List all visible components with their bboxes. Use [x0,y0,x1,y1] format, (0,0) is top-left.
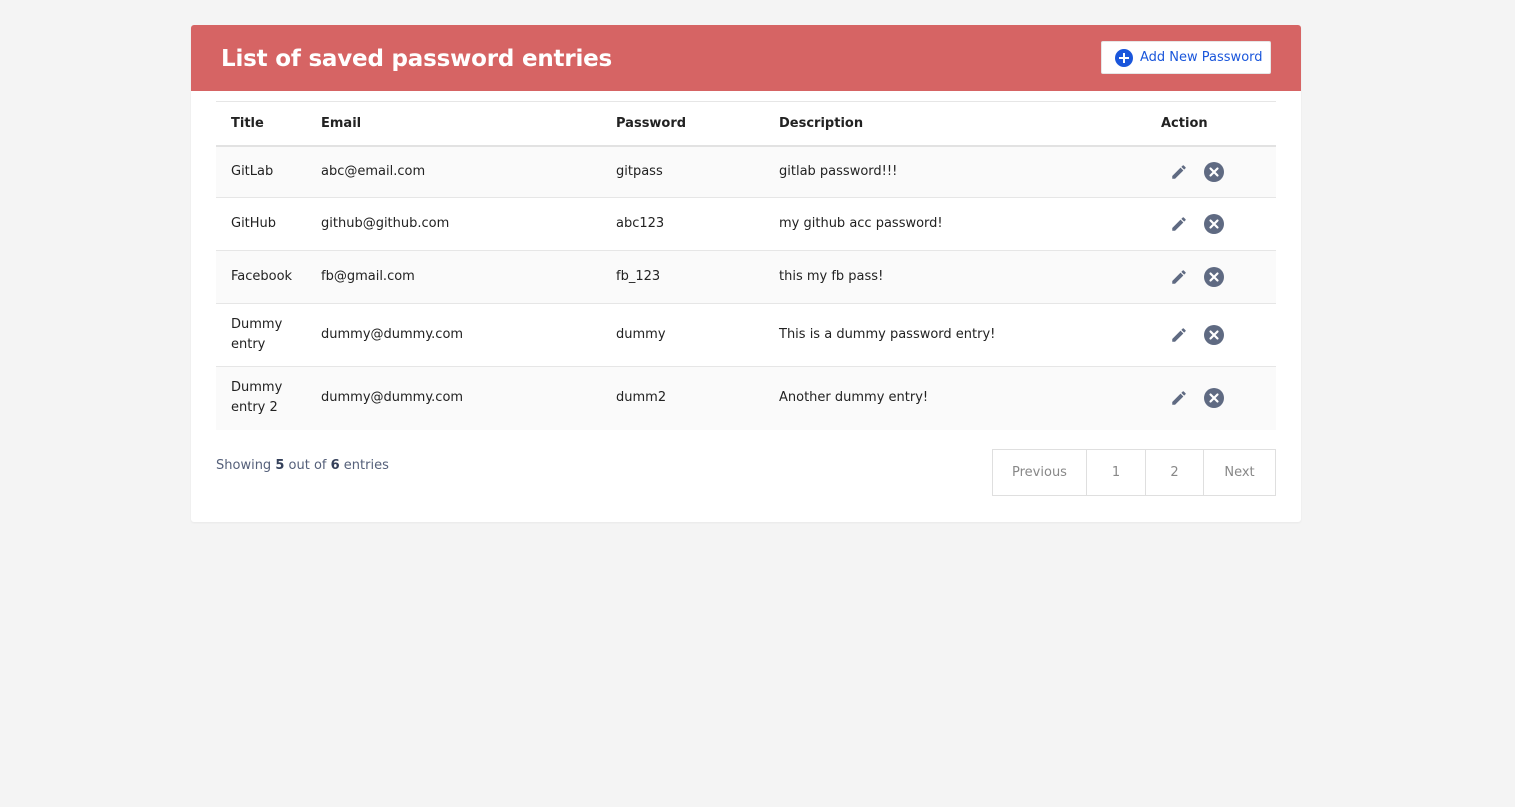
cell-title: GitLab [231,163,274,179]
showing-prefix: Showing [216,458,272,473]
showing-suffix: entries [343,458,389,473]
cell-actions [1161,304,1276,367]
entries-count-text: Showing 5 out of 6 entries [216,458,389,473]
pagination-next-button[interactable]: Next [1203,450,1275,495]
card-header: List of saved password entries Add New P… [191,25,1301,91]
cell-description: This is a dummy password entry! [779,327,996,342]
column-header-action: Action [1161,115,1208,131]
column-header-password: Password [616,115,687,131]
cell-password: abc123 [616,216,665,231]
cell-password: dummy [616,327,666,342]
row-actions [1161,213,1276,235]
column-header-description: Description [779,115,864,131]
column-header-email: Email [321,115,362,131]
close-circle-icon[interactable] [1203,266,1225,288]
cell-description: this my fb pass! [779,269,884,284]
cell-title: GitHub [231,216,277,231]
table-row: Dummy entry dummy@dummy.com dummy This i… [216,303,1276,367]
table-header-row: Title Email Password Description Action [216,101,1276,146]
table-row: Facebook fb@gmail.com fb_123 this my fb … [216,250,1276,304]
cell-description: Another dummy entry! [779,390,929,406]
row-actions [1161,266,1276,288]
add-new-password-label: Add New Password [1140,50,1263,65]
pagination-page-1[interactable]: 1 [1086,450,1145,495]
row-actions [1161,161,1276,183]
cell-title: Facebook [231,269,293,284]
total-count: 6 [330,458,340,473]
cell-email: abc@email.com [321,163,426,179]
close-circle-icon[interactable] [1203,387,1225,409]
pagination-previous-button[interactable]: Previous [993,450,1086,495]
page-title: List of saved password entries [221,46,613,72]
close-circle-icon[interactable] [1203,213,1225,235]
pencil-icon[interactable] [1168,213,1190,235]
close-circle-icon[interactable] [1203,161,1225,183]
pencil-icon[interactable] [1168,324,1190,346]
cell-email: fb@gmail.com [321,269,415,284]
plus-circle-icon [1115,48,1133,67]
cell-email: dummy@dummy.com [321,390,464,406]
pencil-icon[interactable] [1168,266,1190,288]
password-list-card: List of saved password entries Add New P… [191,25,1301,522]
password-table: Title Email Password Description Action … [216,101,1276,430]
table-footer: Showing 5 out of 6 entries Previous 1 2 … [216,449,1276,497]
cell-actions [1161,251,1276,304]
cell-password: dumm2 [616,390,667,406]
cell-description: gitlab password!!! [779,163,898,179]
pencil-icon[interactable] [1168,161,1190,183]
cell-password: gitpass [616,163,663,179]
shown-count: 5 [275,458,285,473]
pagination: Previous 1 2 Next [992,449,1276,496]
close-circle-icon[interactable] [1203,324,1225,346]
pagination-page-2[interactable]: 2 [1145,450,1203,495]
add-new-password-button[interactable]: Add New Password [1101,41,1271,74]
cell-password: fb_123 [616,269,661,284]
cell-description: my github acc password! [779,216,943,231]
row-actions [1161,324,1276,346]
cell-title: Dummy entry [231,317,283,352]
pencil-icon[interactable] [1168,387,1190,409]
table-row: GitHub github@github.com abc123 my githu… [216,197,1276,251]
cell-email: dummy@dummy.com [321,327,464,342]
row-actions [1161,387,1276,409]
table-row: Dummy entry 2 dummy@dummy.com dumm2 Anot… [216,366,1276,430]
cell-actions [1161,367,1276,430]
cell-actions [1161,198,1276,251]
showing-middle: out of [288,458,327,473]
cell-actions [1161,146,1276,198]
table-row: GitLab abc@email.com gitpass gitlab pass… [216,145,1276,198]
cell-email: github@github.com [321,216,450,231]
cell-title: Dummy entry 2 [231,380,283,416]
column-header-title: Title [231,115,264,131]
password-table-wrapper: Title Email Password Description Action … [216,101,1276,430]
